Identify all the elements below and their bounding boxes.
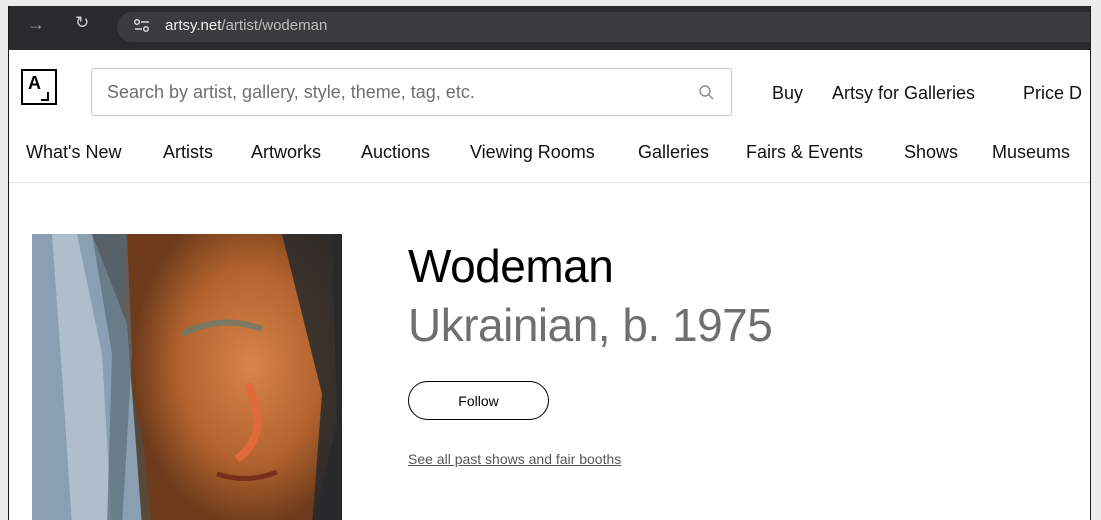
logo-mark-horizontal [41, 99, 49, 101]
artsy-logo[interactable]: A [21, 69, 57, 105]
follow-button[interactable]: Follow [408, 381, 549, 420]
site-settings-icon[interactable] [133, 18, 151, 34]
nav-item-whats-new[interactable]: What's New [26, 142, 121, 163]
forward-arrow-icon[interactable]: → [27, 14, 45, 35]
search-bar [91, 68, 732, 116]
url-domain: artsy.net [165, 17, 222, 34]
nav-item-galleries[interactable]: Galleries [638, 142, 709, 163]
logo-letter: A [28, 73, 41, 93]
browser-toolbar: → ↻ artsy.net/artist/wodeman [9, 6, 1090, 50]
browser-window: → ↻ artsy.net/artist/wodeman A Buy Artsy… [8, 6, 1091, 520]
nav-item-artists[interactable]: Artists [163, 142, 213, 163]
search-icon[interactable] [697, 83, 717, 103]
nav-item-shows[interactable]: Shows [904, 142, 958, 163]
nav-item-viewing-rooms[interactable]: Viewing Rooms [470, 142, 595, 163]
url-path: /artist/wodeman [221, 17, 328, 34]
nav-item-museums[interactable]: Museums [992, 142, 1070, 163]
artist-nationality-birth: Ukrainian, b. 1975 [408, 299, 773, 351]
price-database-link[interactable]: Price D [1023, 83, 1082, 104]
reload-icon[interactable]: ↻ [75, 13, 89, 33]
nav-item-fairs-events[interactable]: Fairs & Events [746, 142, 863, 163]
nav-item-auctions[interactable]: Auctions [361, 142, 430, 163]
artsy-for-galleries-link[interactable]: Artsy for Galleries [832, 83, 975, 104]
artist-artwork-image[interactable] [32, 234, 342, 520]
artist-name: Wodeman [408, 240, 614, 292]
search-input[interactable] [93, 70, 693, 114]
past-shows-link[interactable]: See all past shows and fair booths [408, 451, 621, 467]
url-text[interactable]: artsy.net/artist/wodeman [165, 17, 327, 34]
main-nav: What's New Artists Artworks Auctions Vie… [9, 126, 1090, 183]
nav-item-artworks[interactable]: Artworks [251, 142, 321, 163]
buy-link[interactable]: Buy [772, 83, 803, 104]
